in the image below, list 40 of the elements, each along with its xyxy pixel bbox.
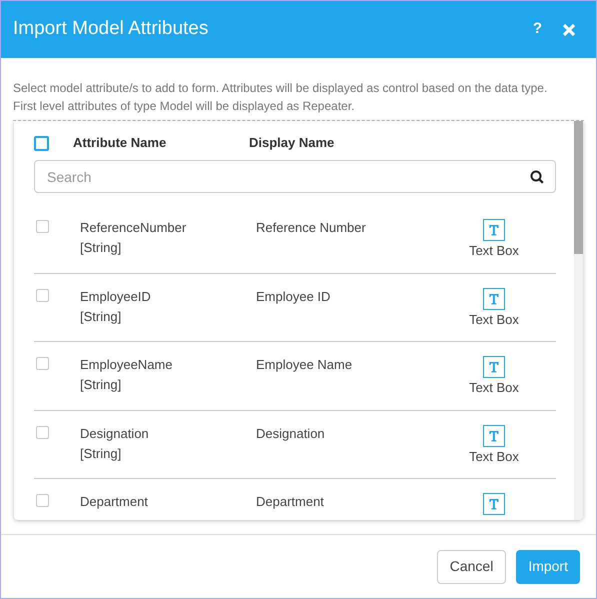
display-name: Designation: [256, 424, 326, 443]
attribute-type: [String]: [80, 239, 122, 257]
column-header: Display Name: [249, 134, 334, 152]
display-name: Employee Name: [256, 356, 354, 374]
text-box-icon: [483, 493, 505, 515]
scrollbar-thumb[interactable]: [574, 121, 583, 254]
import-button[interactable]: Import: [516, 550, 580, 584]
text-box-icon: [483, 288, 505, 310]
checkbox[interactable]: [36, 357, 49, 370]
help-button[interactable]: ?: [532, 18, 542, 41]
attribute-name: Department: [80, 493, 149, 511]
checkbox[interactable]: [36, 426, 49, 438]
text-box-icon: [483, 356, 505, 378]
display-name: Employee ID: [256, 288, 332, 306]
text-box-icon: [483, 219, 505, 241]
attribute-name: EmployeeID: [80, 288, 152, 306]
description-text: Select model attribute/s to add to form. Attributes will be displayed as control based on the data type. First level attributes of type Model will be displayed as Repeater.: [13, 79, 584, 121]
search-field[interactable]: Search: [34, 160, 556, 193]
display-name: Department: [256, 493, 325, 511]
cancel-button[interactable]: Cancel: [436, 550, 506, 584]
checkbox[interactable]: [34, 136, 49, 150]
display-name: Reference Number: [256, 219, 367, 237]
checkbox[interactable]: [36, 220, 49, 233]
close-icon[interactable]: [562, 22, 576, 36]
checkbox[interactable]: [36, 288, 49, 302]
attribute-type: [String]: [80, 444, 122, 463]
checkbox[interactable]: [36, 494, 49, 507]
control-type: Text Box: [469, 448, 519, 466]
text-box-icon: [483, 424, 505, 446]
control-type: Text Box: [469, 242, 519, 260]
attribute-type: [String]: [80, 308, 122, 326]
column-header: Attribute Name: [73, 134, 168, 152]
attribute-name: EmployeeName: [80, 356, 174, 374]
attribute-name: ReferenceNumber: [80, 219, 188, 237]
attribute-name: Designation: [80, 424, 150, 443]
window-title: Import Model Attributes: [13, 17, 210, 42]
search-icon: [530, 170, 544, 184]
control-type: Text Box: [469, 379, 519, 397]
control-type: Text Box: [469, 310, 519, 328]
attribute-type: [String]: [80, 376, 122, 394]
